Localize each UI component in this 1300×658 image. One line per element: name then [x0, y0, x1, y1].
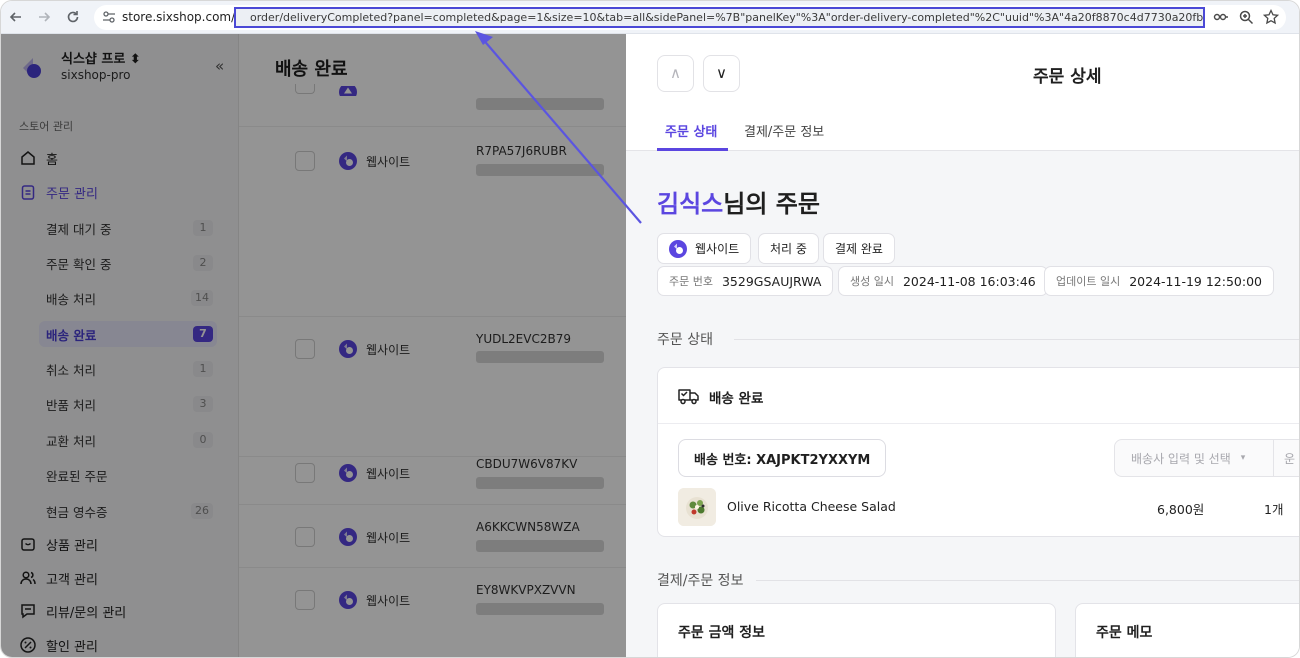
order-memo-title: 주문 메모	[1096, 625, 1153, 641]
section-heading-payment: 결제/주문 정보	[657, 573, 744, 589]
tab-payment-info[interactable]: 결제/주문 정보	[744, 121, 824, 140]
reload-icon[interactable]	[64, 8, 82, 26]
divider	[756, 580, 1299, 581]
panel-header: ∧ ∨ 주문 상세 주문 상태 결제/주문 정보	[626, 34, 1299, 151]
password-key-icon[interactable]	[1212, 8, 1230, 26]
previous-order-button[interactable]: ∧	[657, 55, 694, 92]
chevron-down-icon: ▾	[1240, 453, 1246, 463]
product-quantity: 1개	[1264, 502, 1284, 517]
zoom-icon[interactable]	[1237, 8, 1255, 26]
meta-value: 2024-11-19 12:50:00	[1129, 273, 1262, 289]
delivery-status-title: 배송 완료	[709, 391, 764, 407]
order-detail-panel: ∧ ∨ 주문 상세 주문 상태 결제/주문 정보 김식스님의 주문 웹사이트 처…	[626, 34, 1299, 657]
updated-at-meta: 업데이트 일시 2024-11-19 12:50:00	[1044, 266, 1274, 296]
product-price: 6,800원	[1157, 502, 1205, 517]
product-name[interactable]: Olive Ricotta Cheese Salad	[727, 499, 896, 514]
product-thumbnail	[678, 488, 716, 526]
chip-label: 웹사이트	[695, 242, 740, 256]
panel-title: 주문 상세	[1033, 67, 1102, 87]
section-heading-status: 주문 상태	[657, 332, 713, 348]
active-tab-indicator	[657, 148, 728, 151]
payment-amount-title: 주문 금액 정보	[678, 625, 766, 641]
meta-label: 업데이트 일시	[1056, 275, 1121, 288]
channel-icon	[669, 239, 687, 258]
address-path-highlighted[interactable]: order/deliveryCompleted?panel=completed&…	[234, 7, 1205, 28]
customer-suffix: 님의 주문	[723, 190, 820, 218]
meta-value[interactable]: 3529GSAUJRWA	[722, 274, 821, 289]
browser-toolbar: store.sixshop.com/ order/deliveryComplet…	[1, 1, 1299, 34]
status-chip: 처리 중	[758, 233, 819, 264]
carrier-placeholder: 배송사 입력 및 선택	[1131, 451, 1231, 466]
tab-order-status[interactable]: 주문 상태	[665, 121, 717, 140]
order-memo-card: 주문 메모	[1075, 603, 1299, 657]
payment-amount-card: 주문 금액 정보	[657, 603, 1056, 657]
forward-icon[interactable]	[35, 8, 53, 26]
shipping-number-button[interactable]: 배송 번호: XAJPKT2YXXYM	[678, 439, 887, 477]
meta-label: 생성 일시	[850, 275, 894, 288]
delivery-card-header: 배송 완료	[658, 368, 1299, 424]
carrier-select[interactable]: 배송사 입력 및 선택 ▾	[1114, 439, 1274, 477]
created-at-meta: 생성 일시 2024-11-08 16:03:46	[838, 266, 1048, 296]
address-host: store.sixshop.com/	[122, 10, 236, 24]
screen-frame: store.sixshop.com/ order/deliveryComplet…	[0, 0, 1300, 658]
next-order-button[interactable]: ∨	[703, 55, 740, 92]
truck-icon	[678, 387, 700, 405]
customer-name[interactable]: 김식스	[657, 190, 723, 218]
address-bar[interactable]: store.sixshop.com/ order/deliveryComplet…	[94, 5, 1286, 30]
chip-label: 처리 중	[770, 242, 807, 256]
bookmark-star-icon[interactable]	[1262, 8, 1280, 26]
modal-backdrop[interactable]	[1, 34, 626, 657]
meta-value: 2024-11-08 16:03:46	[902, 273, 1036, 289]
order-number-meta: 주문 번호 3529GSAUJRWA	[657, 266, 834, 296]
customer-heading: 김식스님의 주문	[657, 184, 820, 219]
channel-chip: 웹사이트	[657, 233, 752, 264]
meta-label: 주문 번호	[669, 275, 713, 288]
back-icon[interactable]	[7, 8, 25, 26]
tracking-number-input[interactable]: 운	[1273, 439, 1299, 477]
app-area: 식스샵 프로 ⬍ sixshop-pro « 스토어 관리 홈 주문 관리 결제…	[1, 34, 1299, 657]
payment-status-chip: 결제 완료	[823, 233, 895, 264]
divider	[734, 339, 1299, 340]
delivery-card: 배송 완료 배송 번호: XAJPKT2YXXYM 배송사 입력 및 선택 ▾ 운…	[657, 367, 1299, 537]
site-info-icon[interactable]	[101, 9, 117, 25]
chip-label: 결제 완료	[835, 242, 883, 256]
